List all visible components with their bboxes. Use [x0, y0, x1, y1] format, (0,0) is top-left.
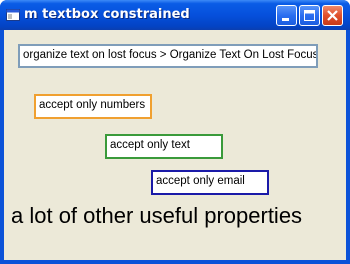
- minimize-button[interactable]: [276, 5, 297, 26]
- organize-text-textbox[interactable]: organize text on lost focus > Organize T…: [18, 44, 318, 68]
- minimize-icon: [282, 18, 289, 21]
- app-window-icon[interactable]: [6, 8, 20, 21]
- close-icon: [327, 10, 338, 21]
- maximize-icon: [304, 10, 315, 21]
- numbers-only-textbox[interactable]: accept only numbers: [34, 94, 152, 119]
- window-title: m textbox constrained: [24, 7, 190, 22]
- text-only-textbox[interactable]: accept only text: [105, 134, 223, 159]
- app-window: m textbox constrained organize text on l…: [0, 0, 350, 264]
- email-only-textbox[interactable]: accept only email: [151, 170, 269, 195]
- form-client-area: organize text on lost focus > Organize T…: [4, 30, 346, 260]
- maximize-button[interactable]: [299, 5, 320, 26]
- properties-label: a lot of other useful properties: [11, 203, 303, 228]
- close-button[interactable]: [322, 5, 343, 26]
- title-bar[interactable]: m textbox constrained: [0, 0, 350, 30]
